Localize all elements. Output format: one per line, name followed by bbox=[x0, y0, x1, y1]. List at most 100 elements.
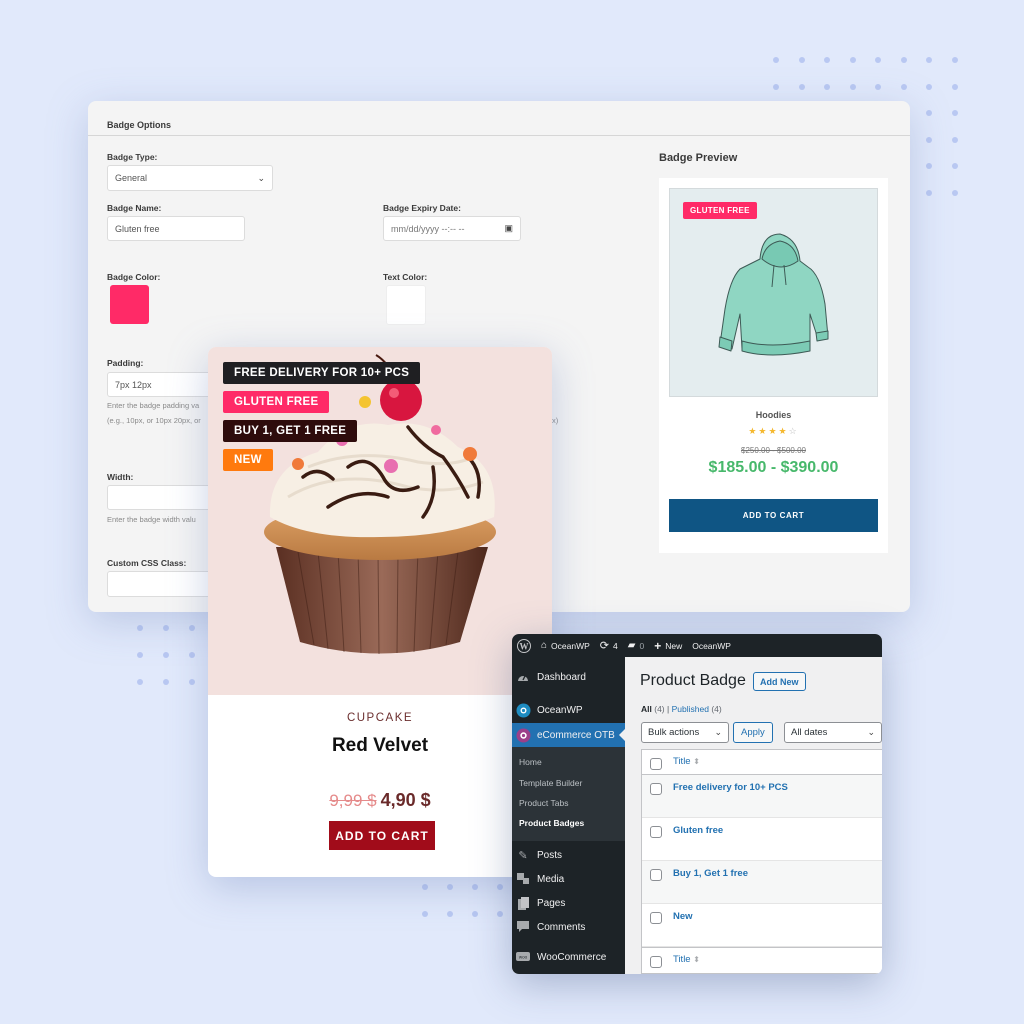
row-checkbox[interactable] bbox=[650, 826, 662, 838]
product-badge: BUY 1, GET 1 FREE bbox=[223, 420, 358, 442]
background-dot bbox=[137, 625, 143, 631]
background-dot bbox=[798, 83, 805, 90]
select-all-checkbox[interactable] bbox=[650, 956, 662, 968]
table-row: Free delivery for 10+ PCS bbox=[642, 775, 882, 818]
dashboard-icon bbox=[515, 669, 531, 685]
submenu-item-product-tabs[interactable]: Product Tabs bbox=[519, 798, 568, 808]
sidebar-item-comments[interactable]: Comments bbox=[512, 916, 625, 938]
background-dot bbox=[163, 679, 169, 685]
admin-bar-site[interactable]: ⌂ OceanWP bbox=[541, 640, 590, 651]
pin-icon: ✎ bbox=[518, 849, 528, 862]
admin-bar-theme[interactable]: OceanWP bbox=[692, 641, 731, 651]
badge-color-label: Badge Color: bbox=[107, 272, 161, 282]
table-row: Buy 1, Get 1 free bbox=[642, 861, 882, 904]
custom-css-label: Custom CSS Class: bbox=[107, 558, 187, 568]
sidebar-item-media[interactable]: Media bbox=[512, 868, 625, 890]
sidebar-item-oceanwp[interactable]: OceanWP bbox=[512, 699, 625, 721]
background-dot bbox=[951, 110, 958, 116]
row-checkbox[interactable] bbox=[650, 912, 662, 924]
admin-bar-updates[interactable]: ⟳ 4 bbox=[600, 639, 618, 652]
date-filter-select[interactable]: All dates ⌄ bbox=[784, 722, 882, 743]
background-dot bbox=[773, 83, 779, 90]
submenu-item-home[interactable]: Home bbox=[519, 757, 542, 767]
theme-name: OceanWP bbox=[692, 640, 731, 651]
svg-text:woo: woo bbox=[519, 955, 528, 960]
preview-add-to-cart-button[interactable]: ADD TO CART bbox=[669, 499, 878, 532]
view-separator: | bbox=[667, 704, 670, 714]
padding-label: Padding: bbox=[107, 358, 144, 368]
sidebar-item-woocommerce[interactable]: woo WooCommerce bbox=[512, 946, 625, 968]
star-filled-icons: ★★★★ bbox=[748, 426, 789, 436]
padding-input[interactable]: 7px 12px bbox=[107, 372, 217, 397]
apply-button[interactable]: Apply bbox=[733, 722, 773, 743]
sidebar-item-dashboard[interactable]: Dashboard bbox=[512, 666, 625, 688]
view-all[interactable]: All bbox=[641, 704, 652, 714]
text-color-swatch[interactable] bbox=[386, 285, 426, 325]
view-published-count: (4) bbox=[711, 704, 722, 714]
background-dot bbox=[137, 652, 143, 658]
sidebar-label: Pages bbox=[537, 897, 566, 909]
select-all-checkbox[interactable] bbox=[650, 758, 662, 770]
chevron-down-icon: ⌄ bbox=[867, 727, 875, 737]
sort-icon: ⬍ bbox=[693, 757, 700, 766]
sidebar-label: Comments bbox=[537, 921, 586, 933]
sidebar-label: Dashboard bbox=[537, 671, 586, 683]
product-name: Red Velvet bbox=[331, 735, 429, 756]
comment-icon: ▰ bbox=[627, 640, 636, 651]
sidebar-item-ecommerce-otb[interactable]: eCommerce OTB bbox=[512, 723, 625, 747]
chevron-down-icon: ⌄ bbox=[714, 727, 722, 737]
background-dot bbox=[875, 57, 881, 63]
badge-expiry-placeholder: mm/dd/yyyy --:-- -- bbox=[391, 223, 465, 234]
add-to-cart-button[interactable]: ADD TO CART bbox=[329, 821, 435, 850]
badge-preview-card: GLUTEN FREE Hoodies ★★★★☆ $250.00 - $500… bbox=[659, 178, 888, 553]
badge-type-select[interactable]: General ⌄ bbox=[107, 165, 273, 191]
row-title-link[interactable]: Free delivery for 10+ PCS bbox=[673, 782, 788, 793]
page-title: Product Badge bbox=[640, 672, 746, 689]
badge-preview-title: Badge Preview bbox=[659, 152, 738, 164]
submenu-item-template-builder[interactable]: Template Builder bbox=[519, 778, 582, 788]
title-column-footer[interactable]: Title ⬍ bbox=[673, 954, 700, 965]
add-new-button[interactable]: Add New bbox=[753, 672, 806, 691]
admin-bar-new[interactable]: + New bbox=[654, 639, 682, 653]
bulk-actions-select[interactable]: Bulk actions ⌄ bbox=[641, 722, 729, 743]
table-header-row: Title ⬍ bbox=[642, 750, 882, 775]
hoodie-image bbox=[718, 233, 829, 356]
admin-content: Product Badge Add New All (4) | Publishe… bbox=[625, 657, 882, 974]
product-price: 9,99 $4,90 $ bbox=[208, 790, 552, 811]
background-dot bbox=[926, 83, 932, 90]
post-status-views: All (4) | Published (4) bbox=[641, 704, 722, 714]
sale-price: 4,90 $ bbox=[380, 790, 431, 810]
admin-bar-comments[interactable]: ▰ 0 bbox=[628, 640, 644, 651]
badge-expiry-input[interactable]: mm/dd/yyyy --:-- -- ▣ bbox=[383, 216, 521, 241]
padding-help-line2: (e.g., 10px, or 10px 20px, or bbox=[107, 416, 201, 425]
custom-css-input[interactable] bbox=[107, 571, 217, 597]
title-column-label: Title bbox=[673, 954, 691, 965]
background-dot bbox=[900, 83, 907, 90]
submenu-item-product-badges[interactable]: Product Badges bbox=[519, 818, 584, 828]
row-title-link[interactable]: Gluten free bbox=[673, 825, 723, 836]
title-column-header[interactable]: Title ⬍ bbox=[673, 756, 700, 767]
badge-name-input[interactable]: Gluten free bbox=[107, 216, 245, 241]
background-dot bbox=[472, 911, 478, 917]
admin-bar: W ⌂ OceanWP ⟳ 4 ▰ 0 + New OceanWP bbox=[512, 634, 882, 657]
row-title-link[interactable]: New bbox=[673, 911, 693, 922]
ecommerce-otb-icon bbox=[515, 727, 531, 743]
background-dot bbox=[447, 911, 453, 917]
row-checkbox[interactable] bbox=[650, 783, 662, 795]
calendar-icon[interactable]: ▣ bbox=[504, 223, 513, 234]
background-dot bbox=[849, 83, 856, 90]
sidebar-item-pages[interactable]: Pages bbox=[512, 892, 625, 914]
padding-help-tail: x) bbox=[552, 416, 559, 425]
sidebar-item-posts[interactable]: ✎ Posts bbox=[512, 844, 625, 866]
badge-color-swatch[interactable] bbox=[110, 285, 149, 324]
row-checkbox[interactable] bbox=[650, 869, 662, 881]
sidebar-label: eCommerce OTB bbox=[537, 729, 615, 741]
background-dot bbox=[951, 57, 958, 63]
wordpress-logo-icon[interactable]: W bbox=[517, 638, 531, 653]
sidebar-label: WooCommerce bbox=[537, 951, 607, 963]
row-title-link[interactable]: Buy 1, Get 1 free bbox=[673, 868, 748, 879]
view-published[interactable]: Published bbox=[672, 704, 709, 714]
width-input[interactable] bbox=[107, 485, 217, 510]
background-dot bbox=[849, 57, 856, 63]
old-price: 9,99 $ bbox=[329, 791, 377, 810]
